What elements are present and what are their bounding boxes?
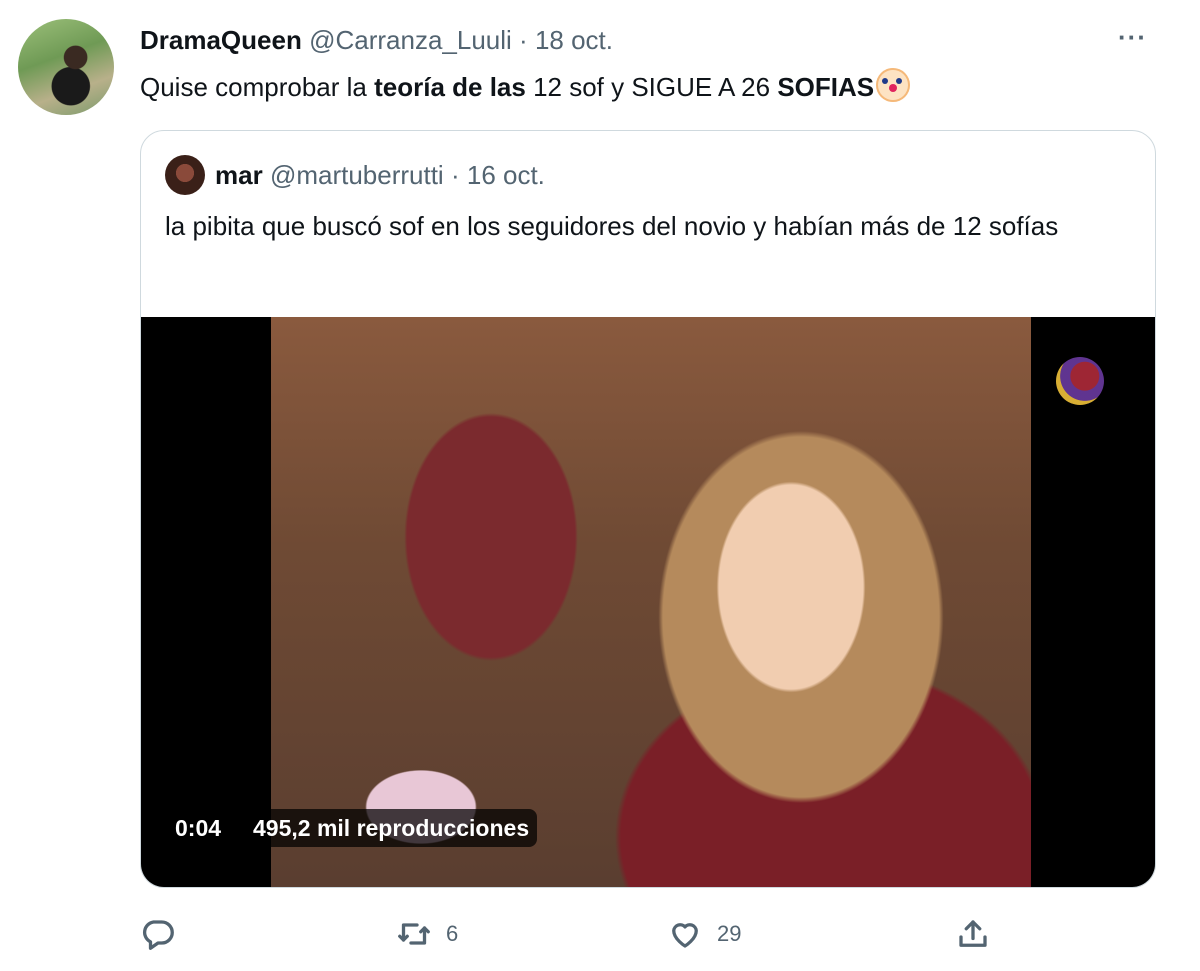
author-display-name[interactable]: DramaQueen <box>140 25 302 55</box>
video-views-badge: 495,2 mil reproducciones <box>245 809 538 847</box>
more-options-icon[interactable]: ··· <box>1118 22 1147 53</box>
quoted-tweet-date: 16 oct. <box>466 160 545 190</box>
quoted-tweet[interactable]: mar @martuberrutti · 16 oct. la pibita q… <box>140 130 1156 888</box>
tweet-text-bold1: teoría de las <box>374 72 526 102</box>
share-button[interactable] <box>955 912 991 956</box>
tweet-text: Quise comprobar la teoría de las 12 sof … <box>140 68 911 104</box>
tweet-date[interactable]: 18 oct. <box>535 25 613 55</box>
retweet-button[interactable]: 6 <box>396 912 458 956</box>
quoted-tweet-header: mar @martuberrutti · 16 oct. <box>215 159 545 191</box>
clown-face-emoji-icon <box>876 68 911 102</box>
author-avatar[interactable] <box>18 19 114 115</box>
like-button[interactable]: 29 <box>667 912 741 956</box>
header-separator: · <box>519 25 528 55</box>
like-count: 29 <box>717 921 742 946</box>
video-frame <box>271 317 1104 887</box>
video-player[interactable]: 0:04 495,2 mil reproducciones <box>141 317 1155 887</box>
heart-icon <box>672 923 698 948</box>
reply-button[interactable] <box>140 912 176 956</box>
retweet-icon <box>398 923 430 945</box>
quoted-header-separator: · <box>450 160 460 190</box>
tweet-text-part1: Quise comprobar la <box>140 72 375 102</box>
quoted-tweet-text: la pibita que buscó sof en los seguidore… <box>165 211 1059 241</box>
share-icon <box>959 920 987 947</box>
tweet-actions: 6 29 <box>140 912 1000 956</box>
quoted-author-display-name: mar <box>215 160 263 190</box>
retweet-count: 6 <box>446 921 459 946</box>
quoted-author-avatar <box>165 155 205 195</box>
video-time-badge: 0:04 <box>167 809 230 847</box>
reply-icon <box>143 920 174 950</box>
channel-logo-icon <box>1056 357 1104 405</box>
tweet-header: DramaQueen @Carranza_Luuli · 18 oct. <box>140 24 613 56</box>
quoted-author-handle: @martuberrutti <box>269 160 444 190</box>
author-handle[interactable]: @Carranza_Luuli <box>309 25 512 55</box>
tweet-text-part2: 12 sof y SIGUE A 26 <box>525 72 778 102</box>
tweet-text-bold2: SOFIAS <box>777 72 875 102</box>
